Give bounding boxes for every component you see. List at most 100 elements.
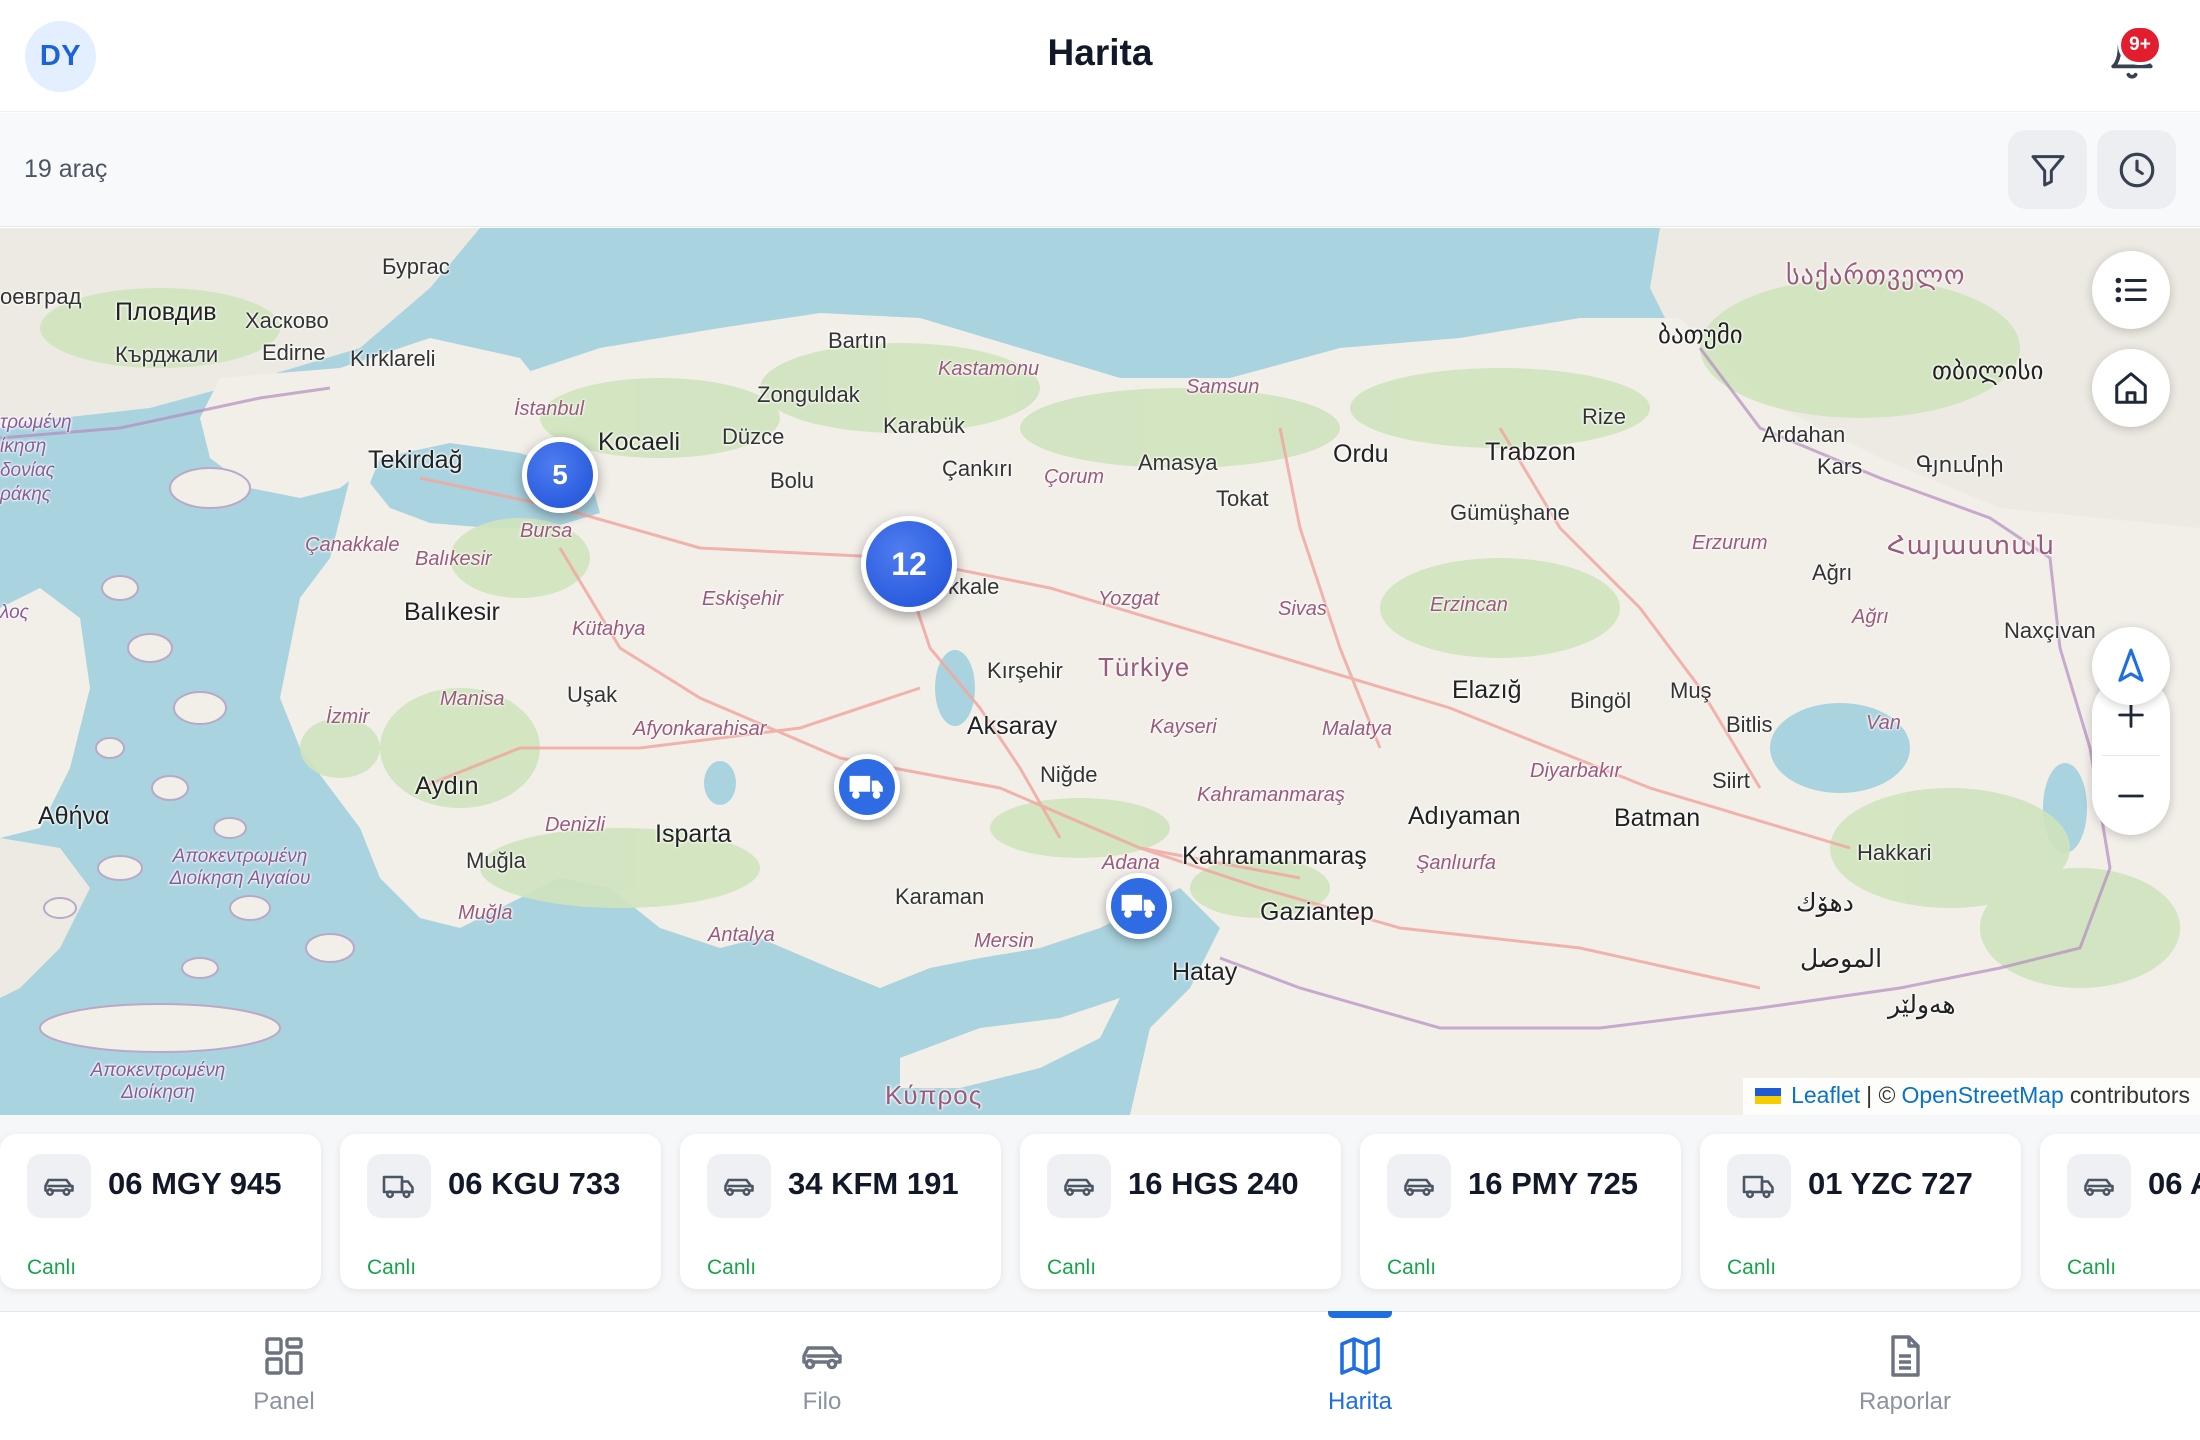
- map-label: Hakkari: [1857, 840, 1932, 865]
- vehicle-carousel[interactable]: 06 MGY 945 Canlı 06 KGU 733 Canlı 34 KFM…: [0, 1115, 2200, 1311]
- map-label: Çanakkale: [305, 534, 400, 556]
- map-label: Kahramanmaraş: [1197, 784, 1345, 806]
- vehicle-card[interactable]: 06 A Canlı: [2040, 1134, 2200, 1289]
- grid-icon: [265, 1337, 303, 1375]
- map-view[interactable]: оевград Пловдив Хасково Кърджали Бургас …: [0, 228, 2200, 1115]
- map-label: Batman: [1614, 804, 1701, 832]
- map-label: Bolu: [770, 468, 815, 493]
- map-label: Adıyaman: [1408, 802, 1521, 830]
- vehicle-status: Canlı: [1387, 1256, 1437, 1279]
- map-label: Trabzon: [1485, 438, 1576, 466]
- minus-icon: [2118, 794, 2144, 798]
- filter-button[interactable]: [2008, 130, 2087, 209]
- map-label: هەولێر: [1888, 991, 1956, 1019]
- app-header: DY Harita 9+: [0, 0, 2200, 112]
- active-tab-indicator: [1328, 1311, 1392, 1318]
- vehicle-plate: 01 YZC 727: [1808, 1166, 1973, 1201]
- map-label: Αποκεντρωμένη Διοίκηση: [90, 1060, 226, 1103]
- document-icon: [1891, 1335, 1920, 1377]
- map-label: Çankırı: [942, 456, 1013, 481]
- map-label: Ağrı: [1852, 606, 1889, 628]
- map-label: Niğde: [1040, 762, 1098, 787]
- konya-vehicle-marker[interactable]: [834, 754, 900, 820]
- map-label: Kırklareli: [350, 346, 436, 371]
- ankara-cluster[interactable]: 12: [861, 516, 957, 612]
- map-label: Balıkesir: [404, 598, 500, 626]
- map-label: Türkiye: [1098, 652, 1191, 682]
- nav-item-harita[interactable]: Harita: [1260, 1312, 1460, 1440]
- map-label: Antalya: [708, 924, 775, 946]
- map-label: Adana: [1102, 852, 1160, 874]
- vehicle-card[interactable]: 06 KGU 733 Canlı: [340, 1134, 661, 1289]
- map-label: Κύπρος: [885, 1080, 983, 1110]
- zoom-out-button[interactable]: [2092, 756, 2170, 835]
- map-label: ίκηση: [0, 436, 47, 457]
- map-label: თბილისი: [1932, 357, 2044, 385]
- vehicle-type-icon: [1387, 1154, 1451, 1218]
- nav-item-panel[interactable]: Panel: [184, 1312, 384, 1440]
- istanbul-cluster[interactable]: 5: [522, 437, 598, 513]
- history-button[interactable]: [2097, 130, 2176, 209]
- vehicle-card[interactable]: 06 MGY 945 Canlı: [0, 1134, 321, 1289]
- map-label: Şanlıurfa: [1416, 852, 1497, 874]
- osm-link[interactable]: OpenStreetMap: [1901, 1082, 2063, 1109]
- vehicle-card[interactable]: 01 YZC 727 Canlı: [1700, 1134, 2021, 1289]
- map-label: Çorum: [1044, 466, 1105, 488]
- truck-icon: [1121, 894, 1155, 918]
- nav-label: Harita: [1327, 1388, 1393, 1415]
- map-label: Manisa: [440, 688, 505, 710]
- car-icon: [724, 1178, 754, 1196]
- truck-icon: [849, 775, 883, 799]
- map-label: Бургас: [382, 254, 450, 279]
- vehicle-count: 19 araç: [24, 155, 108, 183]
- home-button[interactable]: [2092, 349, 2170, 427]
- car-icon: [1064, 1178, 1094, 1196]
- vehicle-type-icon: [27, 1154, 91, 1218]
- ukraine-flag-icon: [1755, 1087, 1782, 1104]
- map-label: Kayseri: [1150, 716, 1217, 738]
- map-label: Isparta: [655, 820, 732, 848]
- map-label: оевград: [0, 284, 82, 309]
- locate-button[interactable]: [2092, 627, 2170, 705]
- leaflet-link[interactable]: Leaflet: [1791, 1082, 1860, 1109]
- map-label: Kars: [1817, 454, 1863, 479]
- map-label: Gümüşhane: [1450, 500, 1570, 525]
- map-label: Ağrı: [1812, 560, 1853, 585]
- map-label: Tokat: [1216, 486, 1269, 511]
- map-label: Хасково: [245, 308, 329, 333]
- map-label: kkale: [948, 574, 1000, 599]
- map-label: Van: [1866, 712, 1901, 734]
- vehicle-type-icon: [1727, 1154, 1791, 1218]
- adana-vehicle-marker[interactable]: [1106, 873, 1172, 939]
- vehicle-card[interactable]: 16 PMY 725 Canlı: [1360, 1134, 1681, 1289]
- map-label: Ardahan: [1762, 422, 1846, 447]
- map-label: Muş: [1670, 678, 1712, 703]
- map-label: ράκης: [0, 484, 52, 505]
- map-label: Malatya: [1322, 718, 1393, 740]
- vehicle-type-icon: [2067, 1154, 2131, 1218]
- map-label: Αποκεντρωμένη Διοίκηση Αιγαίου: [169, 846, 311, 889]
- bottom-navigation: Panel Filo Harita Raporlar: [0, 1311, 2200, 1440]
- map-label: Zonguldak: [757, 382, 860, 407]
- user-avatar[interactable]: DY: [25, 21, 96, 92]
- map-label: Erzincan: [1430, 594, 1508, 616]
- truck-icon: [1742, 1175, 1774, 1199]
- vehicle-list-button[interactable]: [2092, 251, 2170, 329]
- map-label: საქართველო: [1786, 260, 1966, 290]
- map-label: Пловдив: [115, 298, 217, 326]
- toolbar: 19 araç: [0, 113, 2200, 227]
- nav-item-filo[interactable]: Filo: [722, 1312, 922, 1440]
- map-attribution: Leaflet | © OpenStreetMap contributors: [1743, 1078, 2200, 1115]
- attribution-contributors: contributors: [2069, 1082, 2190, 1108]
- home-icon: [2115, 372, 2147, 404]
- car-icon: [802, 1346, 842, 1370]
- vehicle-card[interactable]: 16 HGS 240 Canlı: [1020, 1134, 1341, 1289]
- vehicle-type-icon: [367, 1154, 431, 1218]
- map-label: Bitlis: [1726, 712, 1773, 737]
- vehicle-type-icon: [707, 1154, 771, 1218]
- nav-item-raporlar[interactable]: Raporlar: [1805, 1312, 2005, 1440]
- truck-icon: [382, 1175, 414, 1199]
- map-label: Bingöl: [1570, 688, 1632, 713]
- vehicle-card[interactable]: 34 KFM 191 Canlı: [680, 1134, 1001, 1289]
- map-label: İstanbul: [514, 398, 585, 420]
